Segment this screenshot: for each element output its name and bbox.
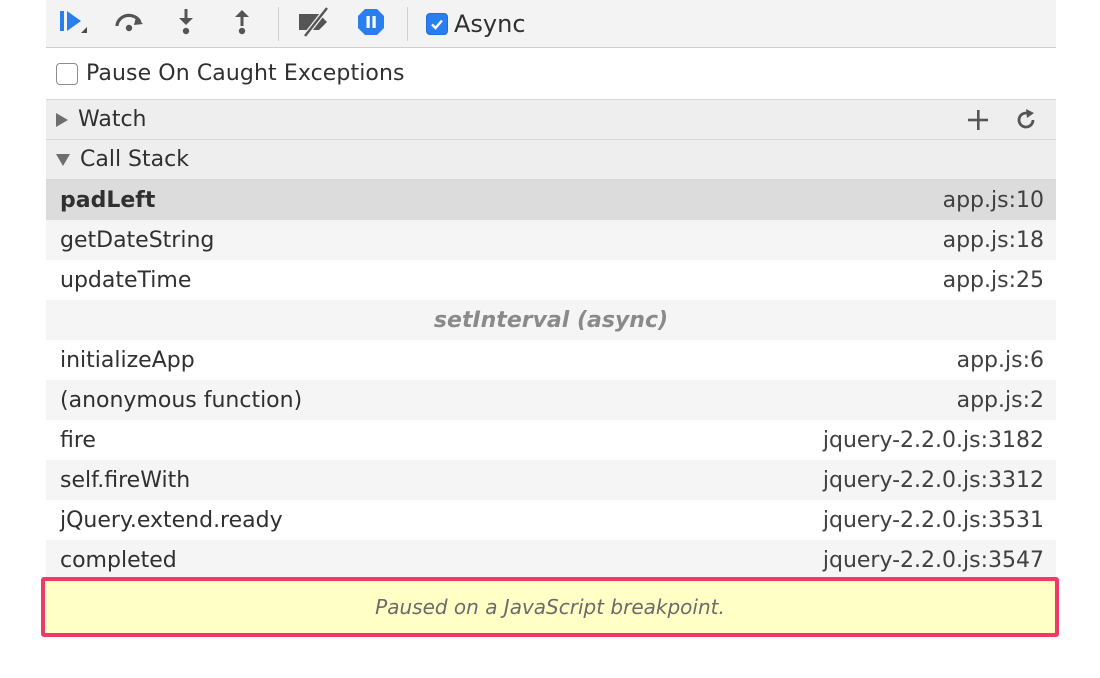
step-into-icon (174, 6, 198, 42)
toolbar-separator (407, 6, 408, 41)
frame-function: (anonymous function) (60, 387, 303, 413)
paused-status-banner: Paused on a JavaScript breakpoint. (41, 577, 1059, 637)
watch-toolbar (950, 100, 1046, 140)
frame-location[interactable]: app.js:2 (957, 388, 1044, 413)
watch-section-header[interactable]: Watch (46, 100, 1056, 140)
call-frame-selected[interactable]: padLeft app.js:10 (46, 180, 1056, 220)
frame-function: completed (60, 547, 177, 573)
frame-location[interactable]: app.js:18 (943, 228, 1044, 253)
resume-button[interactable] (46, 0, 102, 48)
call-frame[interactable]: fire jquery-2.2.0.js:3182 (46, 420, 1056, 460)
frame-function: padLeft (60, 187, 156, 213)
frame-location[interactable]: app.js:6 (957, 348, 1044, 373)
call-frame[interactable]: getDateString app.js:18 (46, 220, 1056, 260)
call-frame[interactable]: (anonymous function) app.js:2 (46, 380, 1056, 420)
deactivate-breakpoints-icon (295, 5, 335, 42)
frame-function: self.fireWith (60, 467, 191, 493)
call-frame[interactable]: jQuery.extend.ready jquery-2.2.0.js:3531 (46, 500, 1056, 540)
refresh-watch-button[interactable] (1006, 100, 1046, 140)
plus-icon (968, 110, 988, 130)
async-checkbox[interactable] (426, 12, 448, 35)
pause-on-caught-exceptions-row[interactable]: Pause On Caught Exceptions (46, 48, 1056, 100)
frame-function: getDateString (60, 227, 215, 253)
step-over-button[interactable] (102, 0, 158, 48)
pause-on-exceptions-button[interactable] (343, 0, 399, 48)
refresh-icon (1017, 109, 1035, 129)
step-over-icon (112, 6, 148, 42)
checkmark-icon (431, 19, 443, 30)
expand-triangle-icon (56, 112, 68, 127)
frame-location[interactable]: jquery-2.2.0.js:3547 (823, 548, 1044, 573)
async-boundary-label: setInterval (async) (433, 307, 669, 333)
toolbar-separator (278, 6, 279, 41)
add-watch-button[interactable] (958, 100, 998, 140)
pause-on-caught-exceptions-checkbox[interactable] (56, 62, 78, 85)
call-stack-list: padLeft app.js:10 getDateString app.js:1… (46, 180, 1056, 580)
watch-title: Watch (78, 107, 147, 132)
call-stack-title: Call Stack (80, 147, 189, 172)
pause-on-caught-exceptions-label: Pause On Caught Exceptions (86, 61, 405, 86)
step-into-button[interactable] (158, 0, 214, 48)
frame-location[interactable]: jquery-2.2.0.js:3312 (823, 468, 1044, 493)
async-label: Async (454, 9, 526, 38)
frame-function: initializeApp (60, 347, 195, 373)
frame-function: fire (60, 427, 96, 453)
step-out-button[interactable] (214, 0, 270, 48)
debugger-toolbar: Async (46, 0, 1056, 48)
collapse-triangle-icon (56, 153, 70, 166)
call-frame[interactable]: updateTime app.js:25 (46, 260, 1056, 300)
async-boundary-row: setInterval (async) (46, 300, 1056, 340)
async-toggle[interactable]: Async (426, 0, 526, 48)
frame-location[interactable]: jquery-2.2.0.js:3182 (823, 428, 1044, 453)
frame-function: updateTime (60, 267, 192, 293)
frame-location[interactable]: jquery-2.2.0.js:3531 (823, 508, 1044, 533)
frame-location[interactable]: app.js:10 (943, 188, 1044, 213)
call-frame[interactable]: completed jquery-2.2.0.js:3547 (46, 540, 1056, 580)
frame-location[interactable]: app.js:25 (943, 268, 1044, 293)
call-frame[interactable]: self.fireWith jquery-2.2.0.js:3312 (46, 460, 1056, 500)
call-stack-section-header[interactable]: Call Stack (46, 140, 1056, 180)
paused-status-message: Paused on a JavaScript breakpoint. (375, 595, 725, 619)
sources-debugger-sidebar: Async Pause On Caught Exceptions Watch C… (46, 0, 1056, 580)
call-frame[interactable]: initializeApp app.js:6 (46, 340, 1056, 380)
pause-on-exceptions-icon (355, 6, 387, 42)
step-out-icon (230, 6, 254, 42)
deactivate-breakpoints-button[interactable] (287, 0, 343, 48)
resume-icon (56, 6, 92, 42)
frame-function: jQuery.extend.ready (60, 507, 283, 533)
